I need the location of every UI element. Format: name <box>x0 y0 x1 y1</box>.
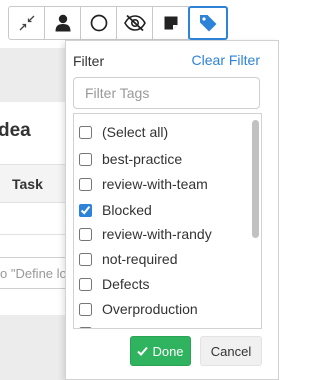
filter-toolbar <box>8 6 228 40</box>
cancel-button[interactable]: Cancel <box>200 336 262 366</box>
visibility-filter-button[interactable] <box>116 6 153 40</box>
done-button-label: Done <box>152 343 184 359</box>
tag-option-label: (Select all) <box>102 124 169 140</box>
tag-option-label: Defects <box>102 276 150 292</box>
tag-option-review-with-team[interactable]: review-with-team <box>79 174 208 194</box>
tag-option-label: Overproduction <box>102 301 198 317</box>
tag-option-label: review-with-randy <box>102 226 212 242</box>
tag-option-not-required[interactable]: not-required <box>79 249 178 269</box>
select-all-checkbox[interactable] <box>79 125 92 139</box>
blocked-checkbox[interactable] <box>79 203 92 217</box>
collapse-button[interactable] <box>8 6 45 40</box>
tag-option-label: Blocked <box>102 202 152 218</box>
tag-list[interactable]: (Select all) best-practice review-with-t… <box>73 113 262 329</box>
tag-option-label: review-with-team <box>102 176 208 192</box>
filter-tags-input[interactable] <box>73 77 260 109</box>
user-icon <box>55 14 70 32</box>
background-task-input-placeholder: o "Define lo <box>0 266 67 281</box>
tag-filter-button[interactable] <box>188 6 228 40</box>
tag-list-scrollbar[interactable] <box>251 118 260 322</box>
best-practice-checkbox[interactable] <box>79 152 92 166</box>
circle-icon <box>90 14 107 32</box>
app-window: dea Task o "Define lo Filter Clear Filte… <box>0 0 279 380</box>
checkmark-icon <box>137 346 149 356</box>
clear-filter-link[interactable]: Clear Filter <box>192 52 260 68</box>
review-with-team-checkbox[interactable] <box>79 177 92 191</box>
tag-option-best-practice[interactable]: best-practice <box>79 149 182 169</box>
tag-filter-popup: Filter Clear Filter (Select all) best-pr… <box>65 40 279 380</box>
tag-list-scrollbar-thumb[interactable] <box>252 120 259 238</box>
tag-option-defects[interactable]: Defects <box>79 274 149 294</box>
not-required-checkbox[interactable] <box>79 252 92 266</box>
tag-option-blocked[interactable]: Blocked <box>79 200 152 220</box>
review-with-randy-checkbox[interactable] <box>79 227 92 241</box>
tag-icon <box>200 15 217 32</box>
sticky-note-icon <box>164 16 177 30</box>
task-column-header[interactable]: Task <box>12 176 43 192</box>
tag-option-select-all[interactable]: (Select all) <box>79 122 168 142</box>
eye-slash-icon <box>123 14 146 32</box>
tag-option-label: not-required <box>102 251 178 267</box>
next-tag-checkbox[interactable] <box>79 326 92 328</box>
status-filter-button[interactable] <box>80 6 117 40</box>
tag-option-overproduction[interactable]: Overproduction <box>79 299 198 319</box>
filter-title: Filter <box>73 53 105 69</box>
tag-option-label: best-practice <box>102 151 183 167</box>
note-filter-button[interactable] <box>152 6 189 40</box>
collapse-arrows-icon <box>19 15 34 31</box>
tag-option-partial[interactable] <box>79 323 102 328</box>
user-filter-button[interactable] <box>44 6 81 40</box>
done-button[interactable]: Done <box>130 336 191 366</box>
overproduction-checkbox[interactable] <box>79 302 92 316</box>
defects-checkbox[interactable] <box>79 277 92 291</box>
background-heading: dea <box>0 120 31 141</box>
tag-option-review-with-randy[interactable]: review-with-randy <box>79 224 212 244</box>
